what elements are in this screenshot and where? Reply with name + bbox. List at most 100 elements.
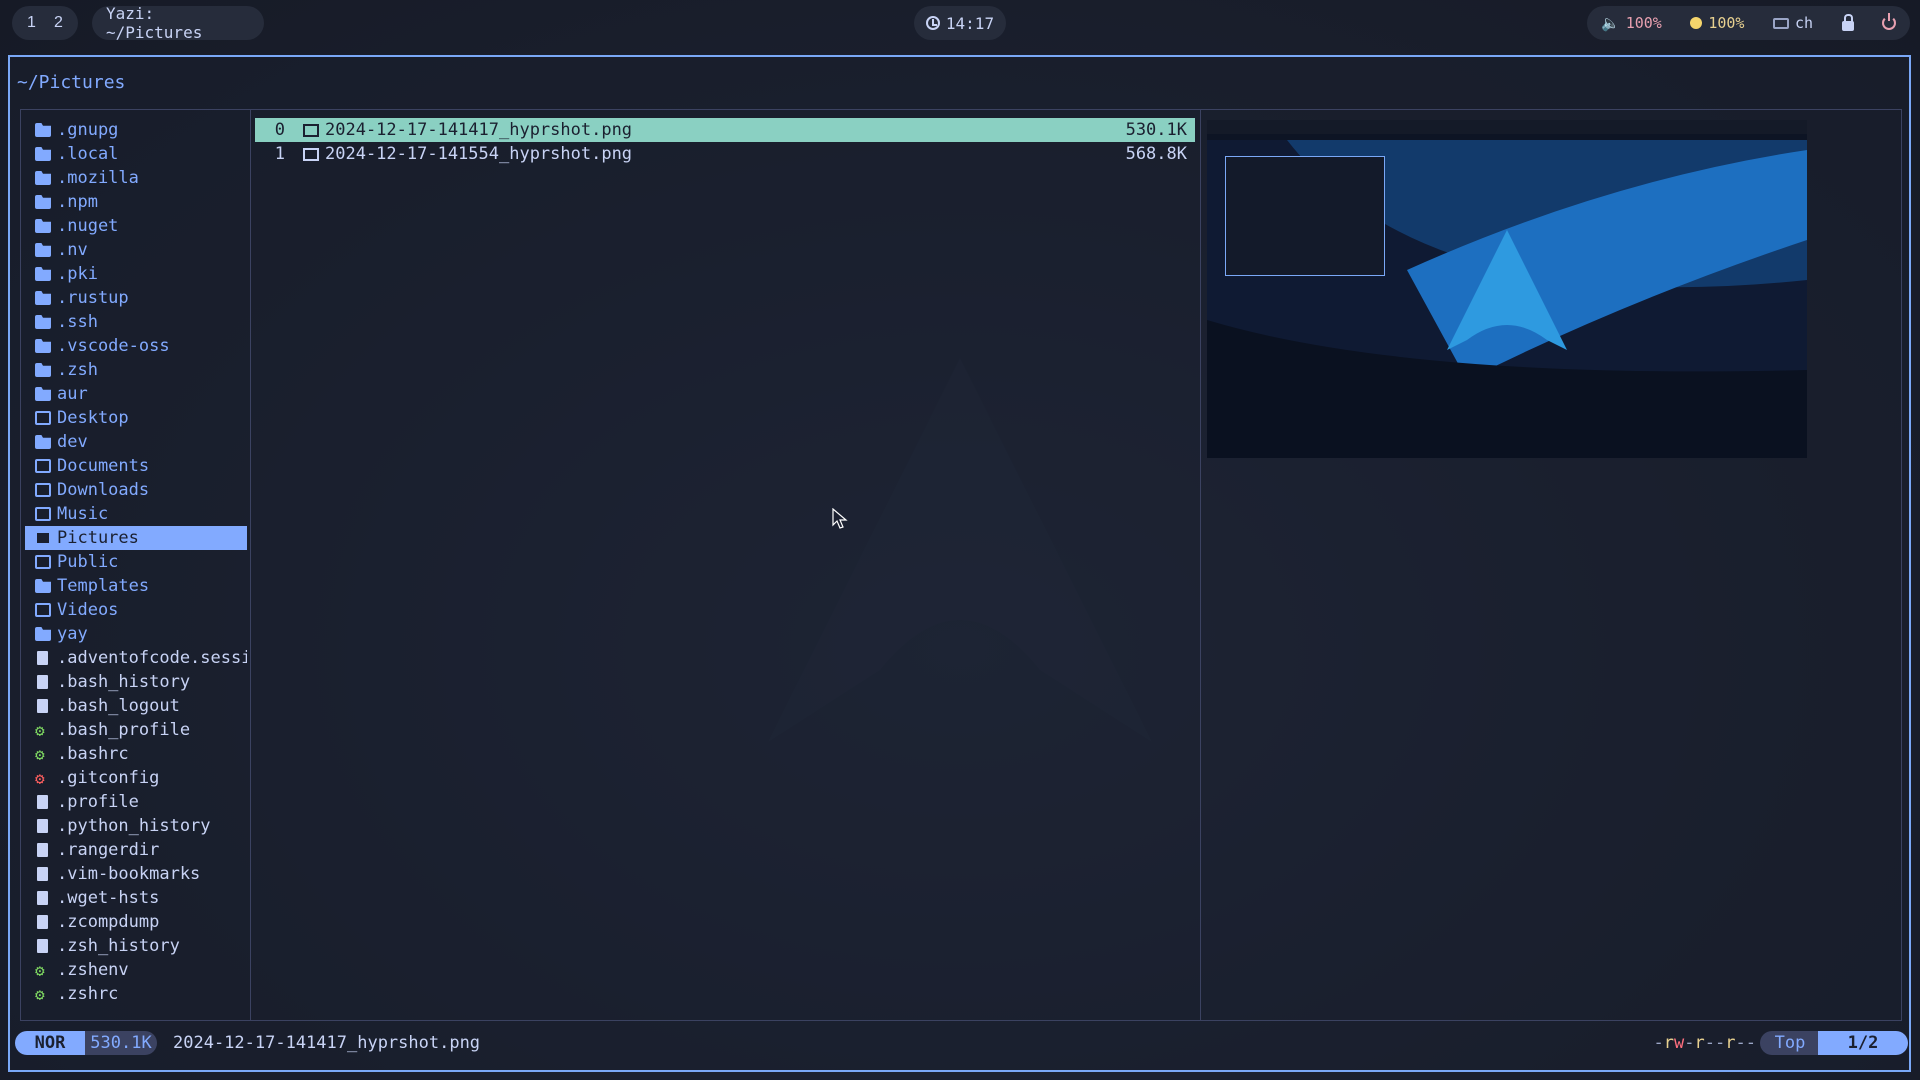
special-folder-icon bbox=[35, 531, 51, 545]
volume-widget[interactable]: 🔈 100% bbox=[1601, 14, 1662, 32]
perm-char: r bbox=[1725, 1033, 1736, 1053]
parent-list-item[interactable]: .rangerdir bbox=[25, 838, 247, 862]
special-folder-icon bbox=[35, 483, 51, 497]
brightness-icon bbox=[1690, 17, 1703, 29]
item-label: Templates bbox=[57, 576, 150, 596]
scroll-position: Top bbox=[1760, 1031, 1820, 1055]
file-icon bbox=[37, 795, 48, 809]
brightness-widget[interactable]: 100% bbox=[1690, 14, 1744, 32]
keyboard-layout-widget[interactable]: ch bbox=[1772, 14, 1813, 32]
current-path: ~/Pictures bbox=[17, 72, 126, 93]
parent-list-item[interactable]: .local bbox=[25, 142, 247, 166]
perm-char: - bbox=[1745, 1033, 1756, 1053]
parent-list-item[interactable]: .profile bbox=[25, 790, 247, 814]
parent-list-item[interactable]: ⚙ .zshenv bbox=[25, 958, 247, 982]
parent-list-item[interactable]: .gnupg bbox=[25, 118, 247, 142]
parent-list-item[interactable]: .zsh_history bbox=[25, 934, 247, 958]
item-label: .zshenv bbox=[57, 960, 129, 980]
parent-list-item[interactable]: .rustup bbox=[25, 286, 247, 310]
parent-list-item[interactable]: .bash_logout bbox=[25, 694, 247, 718]
file-counter: 1/2 bbox=[1818, 1031, 1908, 1055]
file-size: 568.8K bbox=[1125, 144, 1187, 164]
config-file-icon: ⚙ bbox=[35, 960, 45, 980]
parent-list-item[interactable]: .pki bbox=[25, 262, 247, 286]
parent-list-item[interactable]: .zcompdump bbox=[25, 910, 247, 934]
item-label: Downloads bbox=[57, 480, 150, 500]
parent-list-item[interactable]: Templates bbox=[25, 574, 247, 598]
parent-list-item[interactable]: .nv bbox=[25, 238, 247, 262]
parent-list-item[interactable]: .nuget bbox=[25, 214, 247, 238]
parent-list-item[interactable]: .vscode-oss bbox=[25, 334, 247, 358]
folder-icon bbox=[35, 219, 51, 233]
workspace-2-button[interactable]: 2 bbox=[48, 14, 70, 32]
folder-icon bbox=[35, 267, 51, 281]
parent-list-item[interactable]: .mozilla bbox=[25, 166, 247, 190]
current-pane: 0 2024-12-17-141417_hyprshot.png 530.1K 1 20… bbox=[251, 110, 1201, 1020]
parent-list-item[interactable]: Desktop bbox=[25, 406, 247, 430]
item-label: .vim-bookmarks bbox=[57, 864, 201, 884]
top-bar: 1 2 Yazi: ~/Pictures 14:17 🔈 100% 100% c… bbox=[0, 0, 1920, 46]
file-row[interactable]: 0 2024-12-17-141417_hyprshot.png 530.1K bbox=[255, 118, 1195, 142]
item-label: .rustup bbox=[57, 288, 129, 308]
item-label: .gnupg bbox=[57, 120, 119, 140]
item-label: aur bbox=[57, 384, 88, 404]
item-label: .bash_logout bbox=[57, 696, 180, 716]
parent-list-item[interactable]: Public bbox=[25, 550, 247, 574]
parent-list-item[interactable]: ⚙ .bashrc bbox=[25, 742, 247, 766]
item-label: .python_history bbox=[57, 816, 211, 836]
volume-value: 100% bbox=[1625, 14, 1662, 32]
file-row[interactable]: 1 2024-12-17-141554_hyprshot.png 568.8K bbox=[255, 142, 1195, 166]
file-icon bbox=[37, 699, 48, 713]
workspace-1-button[interactable]: 1 bbox=[21, 14, 43, 32]
parent-list-item[interactable]: ⚙ .zshrc bbox=[25, 982, 247, 1006]
file-icon bbox=[37, 891, 48, 905]
parent-list-item[interactable]: yay bbox=[25, 622, 247, 646]
parent-list-item[interactable]: .bash_history bbox=[25, 670, 247, 694]
folder-icon bbox=[35, 195, 51, 209]
item-label: .zsh_history bbox=[57, 936, 180, 956]
item-label: yay bbox=[57, 624, 88, 644]
folder-icon bbox=[35, 627, 51, 641]
parent-list-item[interactable]: ⚙ .gitconfig bbox=[25, 766, 247, 790]
item-label: Videos bbox=[57, 600, 119, 620]
parent-list-item[interactable]: Documents bbox=[25, 454, 247, 478]
parent-list-item[interactable]: .wget-hsts bbox=[25, 886, 247, 910]
parent-list-item[interactable]: .zsh bbox=[25, 358, 247, 382]
item-label: .bashrc bbox=[57, 744, 129, 764]
image-file-icon bbox=[303, 123, 319, 137]
clock[interactable]: 14:17 bbox=[914, 6, 1006, 40]
power-icon[interactable] bbox=[1882, 13, 1896, 30]
clock-icon bbox=[925, 16, 940, 30]
item-label: .zsh bbox=[57, 360, 98, 380]
item-label: Documents bbox=[57, 456, 150, 476]
lock-icon[interactable] bbox=[1841, 13, 1854, 31]
item-label: .npm bbox=[57, 192, 98, 212]
parent-list-item[interactable]: .adventofcode.sessi bbox=[25, 646, 247, 670]
folder-icon bbox=[35, 579, 51, 593]
parent-list-item[interactable]: ⚙ .bash_profile bbox=[25, 718, 247, 742]
keyboard-icon bbox=[1772, 17, 1789, 29]
workspaces: 1 2 bbox=[12, 6, 78, 40]
item-label: Music bbox=[57, 504, 109, 524]
parent-list-item[interactable]: dev bbox=[25, 430, 247, 454]
parent-list-item[interactable]: Videos bbox=[25, 598, 247, 622]
parent-pane: .gnupg .local .mozilla .npm .nuget .nv .pki .ru… bbox=[21, 110, 251, 1020]
parent-list-item[interactable]: aur bbox=[25, 382, 247, 406]
parent-list-item[interactable]: .python_history bbox=[25, 814, 247, 838]
item-label: dev bbox=[57, 432, 88, 452]
parent-list-item[interactable]: .vim-bookmarks bbox=[25, 862, 247, 886]
folder-icon bbox=[35, 171, 51, 185]
item-label: .nuget bbox=[57, 216, 119, 236]
parent-list-item[interactable]: Downloads bbox=[25, 478, 247, 502]
folder-icon bbox=[35, 123, 51, 137]
special-folder-icon bbox=[35, 459, 51, 473]
parent-list-item[interactable]: Music bbox=[25, 502, 247, 526]
file-icon bbox=[37, 915, 48, 929]
file-icon bbox=[37, 651, 48, 665]
parent-list-item[interactable]: .npm bbox=[25, 190, 247, 214]
config-file-icon: ⚙ bbox=[35, 720, 45, 740]
parent-list-item[interactable]: Pictures bbox=[25, 526, 247, 550]
item-label: Desktop bbox=[57, 408, 129, 428]
item-label: .bash_profile bbox=[57, 720, 191, 740]
parent-list-item[interactable]: .ssh bbox=[25, 310, 247, 334]
